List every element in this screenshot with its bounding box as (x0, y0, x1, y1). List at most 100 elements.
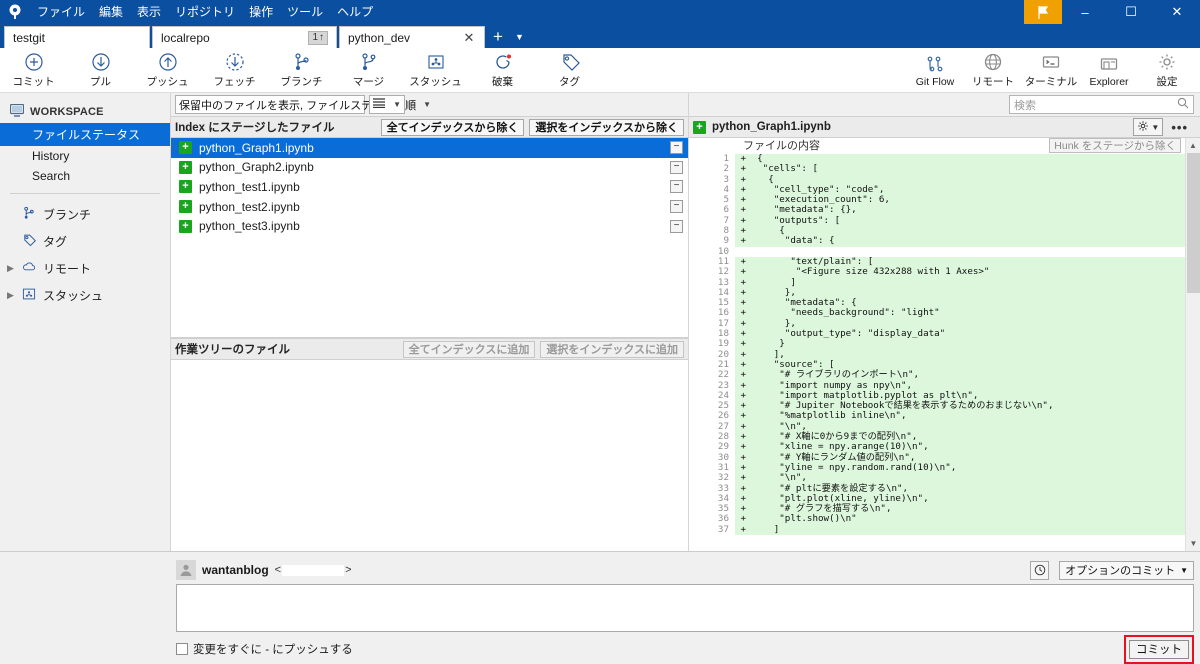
table-row[interactable]: + python_test2.ipynb − (171, 197, 688, 217)
chevron-right-icon[interactable]: ▶ (7, 263, 15, 274)
commit-options-button[interactable]: オプションのコミット ▼ (1059, 560, 1194, 580)
toolbar-fetch-button[interactable]: フェッチ (201, 48, 268, 93)
unstage-file-button[interactable]: − (670, 141, 683, 155)
diff-vertical-scrollbar[interactable]: ▲ ▼ (1185, 138, 1200, 551)
unstage-file-button[interactable]: − (670, 219, 683, 233)
sourcetree-logo-icon (0, 4, 30, 20)
staged-files-list[interactable]: + python_Graph1.ipynb − + python_Graph2.… (171, 138, 688, 338)
tab-python-dev[interactable]: python_dev ✕ (339, 26, 485, 48)
toolbar-label: フェッチ (213, 76, 256, 88)
file-filter-dropdown[interactable]: 保留中のファイルを表示, ファイルステータス順 ▼ (175, 95, 431, 114)
tab-localrepo[interactable]: localrepo 1 ↑ (152, 26, 337, 48)
diff-line: + "\n", (735, 472, 1185, 484)
table-row[interactable]: + python_test3.ipynb − (171, 216, 688, 236)
menu-edit[interactable]: 編集 (92, 0, 130, 24)
toolbar-label: Explorer (1089, 75, 1129, 88)
toolbar-settings-button[interactable]: 設定 (1138, 48, 1196, 93)
file-filter-bar: 保留中のファイルを表示, ファイルステータス順 ▼ ▼ (171, 93, 688, 116)
unstage-selected-button[interactable]: 選択をインデックスから除く (529, 118, 684, 136)
added-plus-icon: + (179, 200, 192, 214)
chevron-right-icon[interactable]: ▶ (7, 290, 15, 301)
diff-line: + "output_type": "display_data" (735, 328, 1185, 340)
menu-repository[interactable]: リポジトリ (168, 0, 242, 24)
stash-icon (426, 51, 446, 73)
sidebar-item-label: スタッシュ (43, 289, 104, 303)
worktree-files-list[interactable] (171, 360, 688, 551)
minimize-icon[interactable]: – (1062, 0, 1108, 24)
chevron-down-icon[interactable]: ▼ (509, 26, 530, 48)
toolbar-tag-button[interactable]: タグ (536, 48, 603, 93)
view-mode-dropdown[interactable]: ▼ (369, 95, 405, 114)
toolbar-gitflow-button[interactable]: Git Flow (906, 48, 964, 93)
cloud-icon (22, 260, 36, 277)
file-status-pane: 保留中のファイルを表示, ファイルステータス順 ▼ ▼ Index にステージし… (170, 93, 688, 551)
unstage-all-button[interactable]: 全てインデックスから除く (380, 118, 525, 136)
toolbar-push-button[interactable]: プッシュ (134, 48, 201, 93)
email-field[interactable] (282, 564, 345, 576)
gear-icon (1137, 120, 1149, 135)
toolbar-commit-button[interactable]: コミット (0, 48, 67, 93)
menu-view[interactable]: 表示 (130, 0, 168, 24)
branch-icon (22, 206, 36, 223)
stage-all-button[interactable]: 全てインデックスに追加 (402, 340, 536, 358)
clock-history-icon[interactable] (1030, 560, 1050, 580)
menu-tools[interactable]: ツール (280, 0, 330, 24)
push-immediately-label: 変更をすぐに - にプッシュする (193, 644, 353, 656)
sidebar-item-stashes[interactable]: ▶ スタッシュ (0, 282, 170, 309)
sidebar-workspace-header: WORKSPACE (0, 101, 170, 123)
ellipsis-icon[interactable]: ••• (1163, 120, 1196, 135)
tab-ahead-badge: 1 ↑ (308, 30, 328, 45)
toolbar-discard-button[interactable]: 破棄 (469, 48, 536, 93)
toolbar-terminal-button[interactable]: ターミナル (1022, 48, 1080, 93)
diff-content[interactable]: 1 2 3 4 5 6 7 8 9 10 11 12 13 14 15 16 17 18 19 20 21 22 23 24 2… (689, 138, 1200, 551)
commit-message-input[interactable] (176, 584, 1194, 632)
sidebar-item-branches[interactable]: ブランチ (0, 201, 170, 228)
commit-button-highlight: コミット (1124, 634, 1194, 664)
commit-main: wantanblog < > オプションのコミット ▼ 変更をすぐに - にプッ… (176, 558, 1194, 664)
toolbar-branch-button[interactable]: ブランチ (268, 48, 335, 93)
table-row[interactable]: + python_Graph1.ipynb − (171, 138, 688, 158)
diff-line: + ] (735, 277, 1185, 288)
tab-testgit[interactable]: testgit (4, 26, 150, 48)
maximize-icon[interactable]: ☐ (1108, 0, 1154, 24)
toolbar-merge-button[interactable]: マージ (335, 48, 402, 93)
menu-file[interactable]: ファイル (30, 0, 92, 24)
file-content-label: ファイルの内容 (743, 140, 820, 152)
scroll-down-arrow-icon[interactable]: ▼ (1186, 536, 1200, 551)
toolbar-explorer-button[interactable]: Explorer (1080, 48, 1138, 93)
close-icon[interactable]: ✕ (1154, 0, 1200, 24)
menu-help[interactable]: ヘルプ (330, 0, 380, 24)
unstage-file-button[interactable]: − (670, 160, 683, 174)
table-row[interactable]: + python_test1.ipynb − (171, 177, 688, 197)
sidebar-item-history[interactable]: History (0, 146, 170, 166)
scroll-up-arrow-icon[interactable]: ▲ (1186, 138, 1200, 153)
file-name: python_test2.ipynb (199, 199, 300, 214)
sidebar-item-remotes[interactable]: ▶ リモート (0, 255, 170, 282)
checkbox-box[interactable] (176, 643, 188, 655)
sidebar-item-search[interactable]: Search (0, 166, 170, 186)
scrollbar-thumb[interactable] (1187, 153, 1200, 293)
menu-actions[interactable]: 操作 (242, 0, 280, 24)
discard-refresh-icon (493, 51, 513, 73)
toolbar-pull-button[interactable]: プル (67, 48, 134, 93)
close-icon[interactable]: ✕ (462, 30, 476, 46)
sidebar-item-tags[interactable]: タグ (0, 228, 170, 255)
flag-icon[interactable] (1024, 0, 1062, 24)
unstage-file-button[interactable]: − (670, 180, 683, 194)
diff-line-number: 22 (717, 369, 729, 381)
table-row[interactable]: + python_Graph2.ipynb − (171, 158, 688, 178)
commit-author-email[interactable]: < > (275, 564, 352, 576)
unstage-hunk-button[interactable]: Hunk をステージから除く (1049, 138, 1181, 153)
search-input[interactable]: 検索 (1009, 95, 1194, 114)
toolbar-stash-button[interactable]: スタッシュ (402, 48, 469, 93)
push-up-arrow-icon (158, 51, 178, 73)
stage-selected-button[interactable]: 選択をインデックスに追加 (540, 340, 684, 358)
push-immediately-checkbox[interactable]: 変更をすぐに - にプッシュする (176, 641, 353, 657)
toolbar-remote-button[interactable]: リモート (964, 48, 1022, 93)
add-tab-button[interactable]: + (487, 26, 509, 48)
commit-button[interactable]: コミット (1129, 639, 1189, 659)
sidebar-item-file-status[interactable]: ファイルステータス (0, 123, 170, 146)
toolbar-label: タグ (559, 76, 580, 88)
diff-settings-button[interactable]: ▼ (1133, 118, 1164, 136)
unstage-file-button[interactable]: − (670, 200, 683, 214)
